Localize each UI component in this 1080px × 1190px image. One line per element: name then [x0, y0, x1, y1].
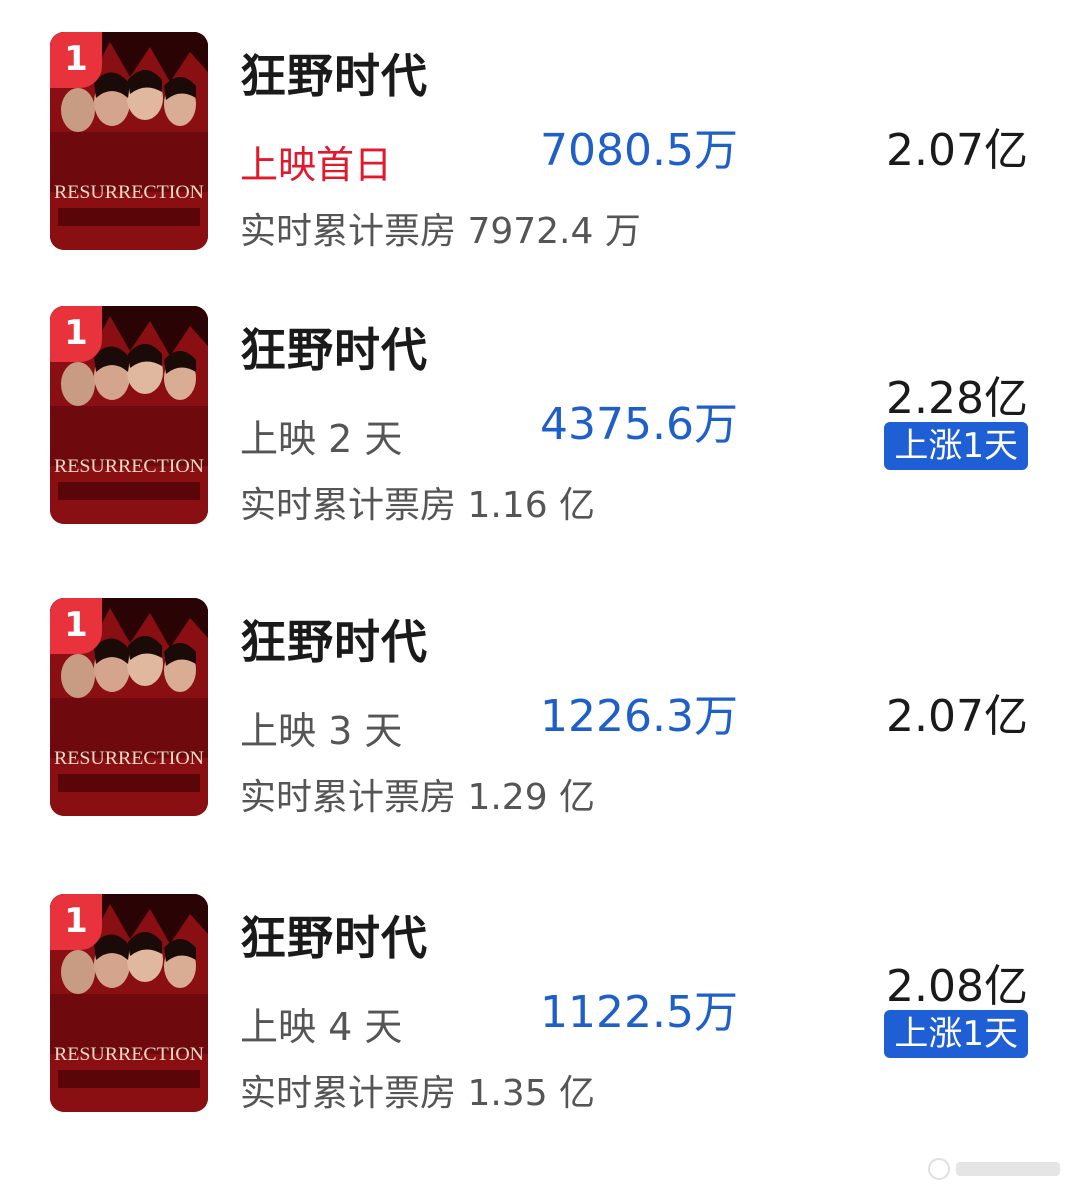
poster-title-text: RESURRECTION	[54, 748, 204, 769]
predicted-total: 2.07亿	[886, 691, 1028, 742]
movie-poster[interactable]: RESURRECTION 1	[50, 894, 208, 1112]
movie-row[interactable]: RESURRECTION 1 狂野时代 上映 2 天 实时累计票房 1.16 亿…	[0, 306, 1080, 526]
release-status: 上映 3 天	[240, 709, 403, 753]
cumulative-box-office: 实时累计票房 1.29 亿	[240, 777, 596, 818]
trend-tag: 上涨1天	[884, 1010, 1028, 1058]
predicted-total: 2.28亿	[886, 373, 1028, 424]
watermark-logo	[928, 1158, 1060, 1180]
movie-poster[interactable]: RESURRECTION 1	[50, 32, 208, 250]
movie-row[interactable]: RESURRECTION 1 狂野时代 上映首日 实时累计票房 7972.4 万…	[0, 32, 1080, 252]
movie-title[interactable]: 狂野时代	[240, 606, 428, 672]
movie-poster[interactable]: RESURRECTION 1	[50, 306, 208, 524]
release-status: 上映 4 天	[240, 1005, 403, 1049]
movie-poster[interactable]: RESURRECTION 1	[50, 598, 208, 816]
predicted-total: 2.07亿	[886, 125, 1028, 176]
daily-box-office: 1226.3万	[540, 691, 738, 742]
daily-box-office: 4375.6万	[540, 399, 738, 450]
release-status: 上映 2 天	[240, 417, 403, 461]
cumulative-box-office: 实时累计票房 1.16 亿	[240, 485, 596, 526]
rank-badge: 1	[50, 598, 102, 654]
daily-box-office: 1122.5万	[540, 987, 738, 1038]
rank-badge: 1	[50, 894, 102, 950]
cumulative-box-office: 实时累计票房 1.35 亿	[240, 1073, 596, 1114]
predicted-total: 2.08亿	[886, 961, 1028, 1012]
daily-box-office: 7080.5万	[540, 125, 738, 176]
release-status: 上映首日	[240, 143, 393, 187]
rank-badge: 1	[50, 32, 102, 88]
movie-title[interactable]: 狂野时代	[240, 40, 428, 106]
rank-badge: 1	[50, 306, 102, 362]
poster-title-text: RESURRECTION	[54, 456, 204, 477]
poster-title-text: RESURRECTION	[54, 1044, 204, 1065]
trend-tag: 上涨1天	[884, 422, 1028, 470]
movie-title[interactable]: 狂野时代	[240, 314, 428, 380]
cumulative-box-office: 实时累计票房 7972.4 万	[240, 211, 641, 252]
movie-row[interactable]: RESURRECTION 1 狂野时代 上映 3 天 实时累计票房 1.29 亿…	[0, 598, 1080, 818]
poster-title-text: RESURRECTION	[54, 182, 204, 203]
movie-row[interactable]: RESURRECTION 1 狂野时代 上映 4 天 实时累计票房 1.35 亿…	[0, 894, 1080, 1114]
movie-title[interactable]: 狂野时代	[240, 902, 428, 968]
